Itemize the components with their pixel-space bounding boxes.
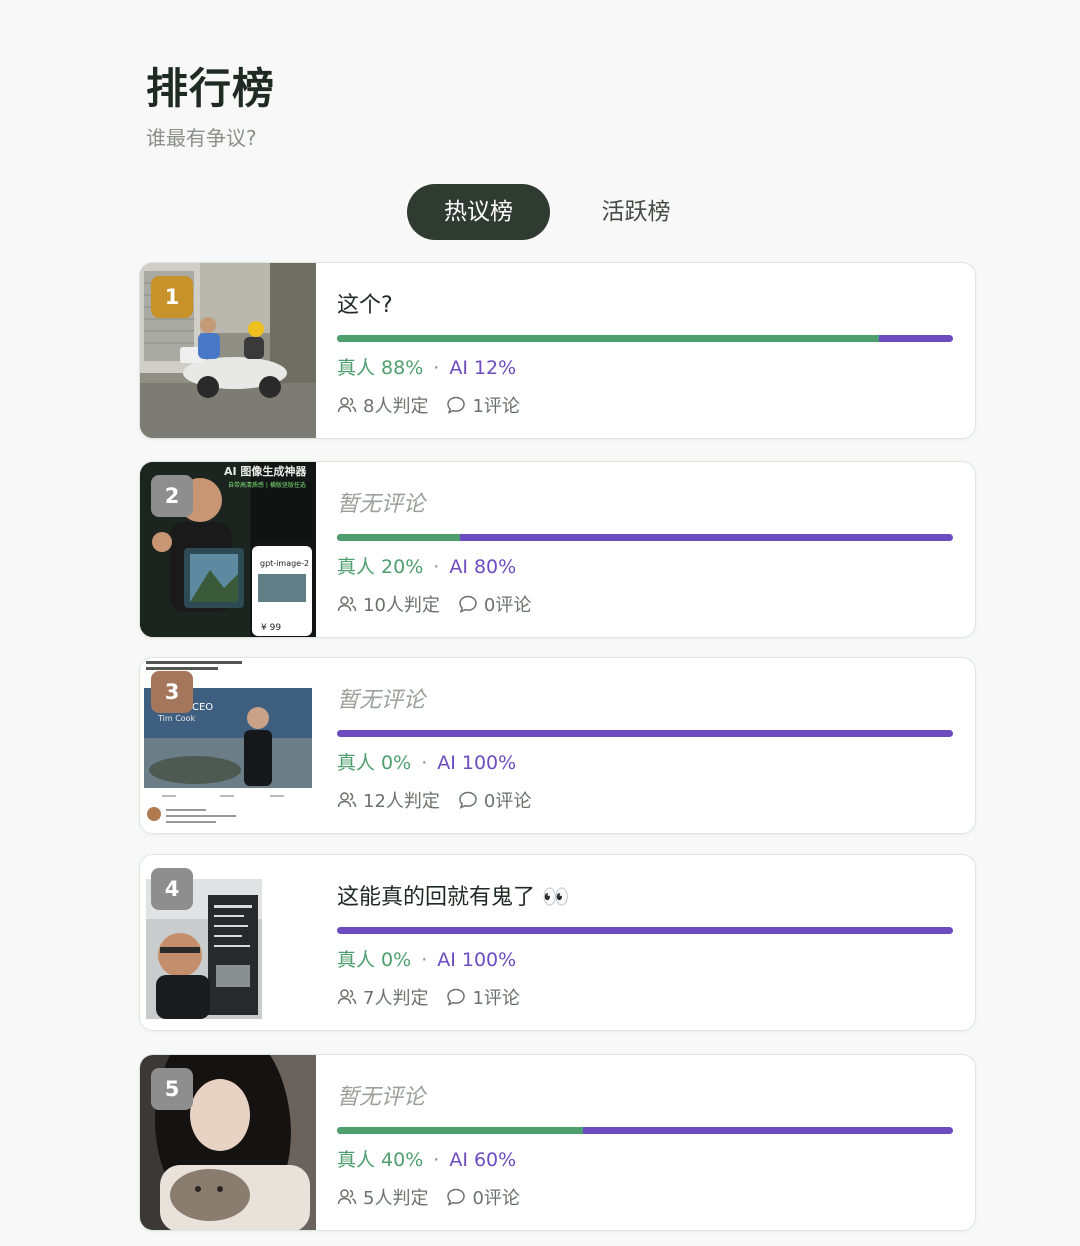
page-title: 排行榜 [146, 64, 276, 113]
users-icon [337, 989, 357, 1005]
human-percent: 真人 88% [337, 357, 424, 379]
users-icon [337, 596, 357, 612]
comment-count: 0评论 [483, 791, 532, 812]
separator-dot: · [421, 752, 428, 774]
card-meta: 7人判定 1评论 [337, 984, 520, 1010]
card-meta: 5人判定 0评论 [337, 1184, 520, 1210]
ranking-tabs: 热议榜 活跃榜 [0, 184, 1080, 240]
comment-count: 1评论 [472, 396, 520, 417]
ai-percent: AI 80% [449, 556, 517, 578]
judge-count: 7人判定 [363, 988, 429, 1009]
vote-ratio-bar [337, 1127, 953, 1134]
page-subtitle: 谁最有争议? [146, 126, 257, 150]
vote-percentages: 真人 0% · AI 100% [337, 748, 516, 775]
vote-ratio-bar [337, 534, 953, 541]
vote-ratio-bar [337, 730, 953, 737]
tab-hot[interactable]: 热议榜 [407, 184, 550, 240]
post-thumbnail[interactable]: 1 [140, 263, 316, 438]
ceo-name: Tim Cook [157, 714, 196, 723]
comment-count: 0评论 [483, 595, 532, 616]
ranking-card[interactable]: 1 这个? 真人 88% · AI 12% 8人判定 1评论 [139, 262, 976, 439]
poster-badge: gpt-image-2 [260, 559, 309, 568]
vote-percentages: 真人 20% · AI 80% [337, 552, 516, 579]
ranking-card[interactable]: 4 这能真的回就有鬼了 👀 真人 0% · AI 100% 7人判定 1评论 [139, 854, 976, 1031]
page-header: 排行榜 谁最有争议? [146, 62, 275, 151]
separator-dot: · [421, 949, 428, 971]
ai-percent: AI 60% [449, 1149, 517, 1171]
comment-icon [459, 791, 477, 809]
human-percent: 真人 40% [337, 1149, 424, 1171]
comment-icon [447, 988, 466, 1006]
top-comment: 这个? [337, 293, 393, 318]
vote-ratio-bar [337, 335, 953, 342]
judge-count: 8人判定 [363, 396, 429, 417]
ai-percent: AI 12% [449, 357, 517, 379]
rank-badge: 4 [151, 868, 193, 910]
vote-ratio-bar [337, 927, 953, 934]
poster-sub: 自带高清质感 | 横版竖版任选 [228, 481, 306, 489]
rank-badge: 3 [151, 671, 193, 713]
rank-badge: 2 [151, 475, 193, 517]
top-comment: 暂无评论 [337, 492, 426, 517]
comment-count: 0评论 [472, 1188, 520, 1209]
vote-percentages: 真人 0% · AI 100% [337, 945, 516, 972]
human-ratio-fill [337, 1127, 584, 1134]
tab-active[interactable]: 活跃榜 [578, 184, 694, 240]
top-comment: 这能真的回就有鬼了 👀 [337, 885, 570, 910]
ceo-label: CEO [192, 702, 213, 713]
rank-badge: 1 [151, 276, 193, 318]
comment-icon [447, 1188, 466, 1206]
separator-dot: · [433, 1149, 440, 1171]
human-percent: 真人 20% [337, 556, 424, 578]
vote-percentages: 真人 40% · AI 60% [337, 1145, 516, 1172]
poster-price: ¥ 99 [261, 623, 281, 633]
post-thumbnail[interactable]: 5 [140, 1055, 316, 1230]
ranking-card[interactable]: 5 暂无评论 真人 40% · AI 60% 5人判定 0评论 [139, 1054, 976, 1231]
post-thumbnail[interactable]: AI 图像生成神器 自带高清质感 | 横版竖版任选 gpt-image-2 ¥ … [140, 462, 316, 637]
comment-icon [459, 595, 477, 613]
top-comment: 暂无评论 [337, 688, 426, 713]
human-ratio-fill [337, 534, 461, 541]
ai-percent: AI 100% [437, 949, 517, 971]
ranking-card[interactable]: CEO Tim Cook 3 暂无评论 真人 0% · AI 100% 12人判定 … [139, 657, 976, 834]
comment-count: 1评论 [472, 988, 520, 1009]
comment-icon [447, 396, 466, 414]
post-thumbnail[interactable]: 4 [140, 855, 316, 1030]
post-thumbnail[interactable]: CEO Tim Cook 3 [140, 658, 316, 833]
card-meta: 12人判定 0评论 [337, 787, 531, 813]
separator-dot: · [433, 357, 440, 379]
human-ratio-fill [337, 335, 880, 342]
poster-headline: AI 图像生成神器 [224, 464, 307, 478]
users-icon [337, 792, 357, 808]
judge-count: 5人判定 [363, 1188, 429, 1209]
human-percent: 真人 0% [337, 949, 412, 971]
rank-badge: 5 [151, 1068, 193, 1110]
card-meta: 10人判定 0评论 [337, 591, 531, 617]
separator-dot: · [433, 556, 440, 578]
ai-percent: AI 100% [437, 752, 517, 774]
users-icon [337, 397, 357, 413]
human-percent: 真人 0% [337, 752, 412, 774]
users-icon [337, 1189, 357, 1205]
vote-percentages: 真人 88% · AI 12% [337, 353, 516, 380]
ranking-card[interactable]: AI 图像生成神器 自带高清质感 | 横版竖版任选 gpt-image-2 ¥ … [139, 461, 976, 638]
top-comment: 暂无评论 [337, 1085, 426, 1110]
judge-count: 10人判定 [363, 595, 440, 616]
judge-count: 12人判定 [363, 791, 440, 812]
card-meta: 8人判定 1评论 [337, 392, 520, 418]
